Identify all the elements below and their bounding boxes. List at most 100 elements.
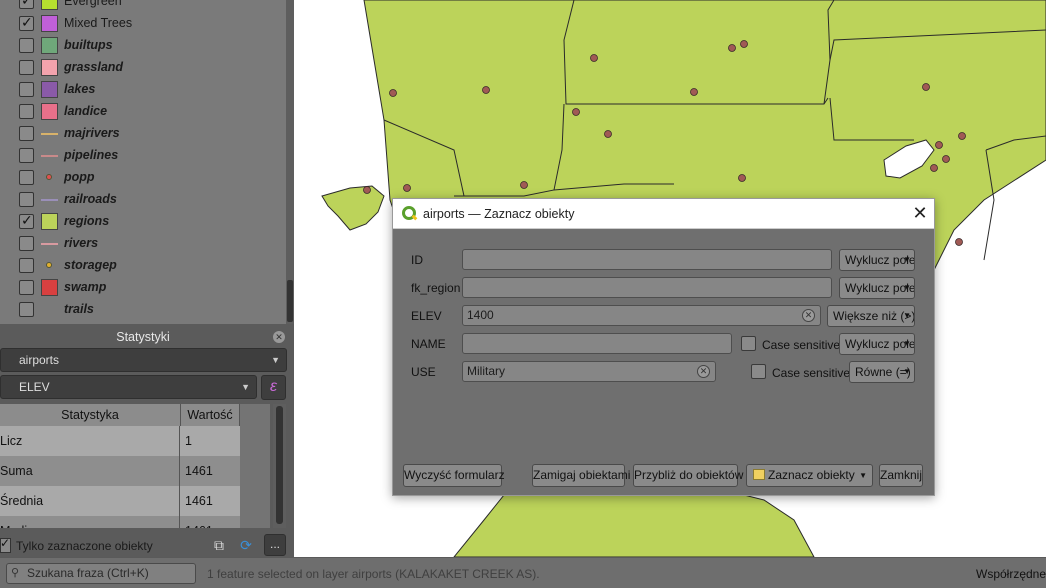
layer-visibility-checkbox[interactable] [19, 170, 34, 185]
reset-form-button[interactable]: Wyczyść formularz [403, 464, 505, 487]
operator-dropdown[interactable]: Równe (=) ▼ [849, 361, 915, 383]
table-row[interactable]: Średnia 1461 [0, 486, 240, 516]
layer-visibility-checkbox[interactable] [19, 14, 34, 31]
close-button[interactable]: Zamknij [879, 464, 923, 487]
layer-visibility-checkbox[interactable] [19, 302, 34, 317]
zoom-to-features-button[interactable]: Przybliż do obiektów [633, 464, 743, 487]
layer-name: regions [64, 214, 110, 228]
statistics-scroll-thumb[interactable] [276, 406, 283, 524]
layer-symbol-icon [41, 103, 58, 120]
search-icon: ⚲ [11, 567, 20, 579]
layer-visibility-checkbox[interactable] [19, 236, 34, 251]
clear-icon[interactable]: ✕ [697, 365, 710, 378]
layer-item[interactable]: railroads [0, 189, 286, 211]
layer-visibility-checkbox[interactable] [19, 212, 34, 229]
qgis-logo-icon [402, 206, 416, 220]
column-header-statistic[interactable]: Statystyka [0, 404, 181, 426]
expression-button[interactable]: ε [261, 375, 286, 400]
operator-dropdown[interactable]: Wyklucz pole ▼ [839, 277, 915, 299]
layer-symbol-icon [41, 199, 58, 201]
only-selected-checkbox[interactable] [0, 536, 11, 553]
layer-symbol-icon [41, 37, 58, 54]
layer-item[interactable]: rivers [0, 233, 286, 255]
layer-visibility-checkbox[interactable] [19, 280, 34, 295]
locator-search-input[interactable]: ⚲ Szukana fraza (Ctrl+K) [6, 563, 196, 584]
field-value-input[interactable] [462, 333, 732, 354]
layer-name: railroads [64, 192, 117, 206]
field-combo-value: ELEV [19, 380, 50, 394]
coordinates-label: Współrzędne [976, 567, 1046, 581]
refresh-icon[interactable]: ⟳ [237, 536, 255, 554]
field-label: fk_region [411, 281, 461, 295]
field-label: NAME [411, 337, 446, 351]
clear-icon[interactable]: ✕ [802, 309, 815, 322]
operator-dropdown[interactable]: Większe niż (>) ▼ [827, 305, 915, 327]
field-value-input[interactable]: 1400 ✕ [462, 305, 821, 326]
table-row[interactable]: Licz 1 [0, 426, 240, 456]
layer-item[interactable]: regions [0, 211, 286, 233]
layer-item[interactable]: Mixed Trees [0, 13, 286, 35]
operator-dropdown[interactable]: Wyklucz pole ▼ [839, 333, 915, 355]
statistics-panel: Statystyki ✕ airports ▼ ELEV ▼ ε Statyst… [0, 324, 294, 557]
layer-symbol-icon [41, 279, 58, 296]
layer-item[interactable]: grassland [0, 57, 286, 79]
layer-visibility-checkbox[interactable] [19, 126, 34, 141]
field-label: USE [411, 365, 436, 379]
select-features-label: Zaznacz obiekty [768, 468, 855, 482]
more-options-label: ... [269, 537, 280, 551]
layer-symbol-icon [41, 213, 58, 230]
table-row[interactable]: Suma 1461 [0, 456, 240, 486]
table-row[interactable]: Mediana1461 [0, 516, 240, 528]
only-selected-label: Tylko zaznaczone obiekty [16, 539, 153, 553]
field-label: ID [411, 253, 423, 267]
case-sensitive-checkbox[interactable] [741, 336, 756, 351]
layer-item[interactable]: storagep [0, 255, 286, 277]
case-sensitive-checkbox[interactable] [751, 364, 766, 379]
more-options-button[interactable]: ... [264, 534, 286, 556]
layer-visibility-checkbox[interactable] [19, 0, 34, 9]
layer-item[interactable]: swamp [0, 277, 286, 299]
field-value-input[interactable] [462, 277, 832, 298]
layer-item[interactable]: builtups [0, 35, 286, 57]
close-icon[interactable]: ✕ [909, 202, 931, 224]
layer-item[interactable]: pipelines [0, 145, 286, 167]
dialog-titlebar[interactable]: airports — Zaznacz obiekty ✕ [393, 199, 934, 229]
layer-item[interactable]: lakes [0, 79, 286, 101]
layer-item[interactable]: majrivers [0, 123, 286, 145]
layer-name: popp [64, 170, 95, 184]
layer-combo[interactable]: airports ▼ [0, 348, 287, 372]
layer-name: Evergreen [64, 0, 122, 8]
field-value-input[interactable] [462, 249, 832, 270]
field-value-input[interactable]: Military ✕ [462, 361, 716, 382]
layer-item[interactable]: Evergreen [0, 0, 286, 13]
statistics-scrollbar[interactable] [273, 404, 286, 528]
landmass-island [321, 185, 385, 231]
layer-visibility-checkbox[interactable] [19, 60, 34, 75]
flash-features-button[interactable]: Zamigaj obiektami [532, 464, 630, 487]
layer-item[interactable]: trails [0, 299, 286, 321]
layer-item[interactable]: landice [0, 101, 286, 123]
layer-visibility-checkbox[interactable] [19, 258, 34, 273]
layer-item[interactable]: popp [0, 167, 286, 189]
layer-visibility-checkbox[interactable] [19, 104, 34, 119]
copy-icon[interactable]: ⧉ [210, 536, 228, 554]
layers-scroll-thumb[interactable] [287, 280, 293, 322]
field-combo[interactable]: ELEV ▼ [0, 375, 257, 399]
layer-visibility-checkbox[interactable] [19, 38, 34, 53]
chevron-down-icon: ▼ [903, 255, 911, 264]
close-icon[interactable]: ✕ [273, 331, 285, 343]
layer-visibility-checkbox[interactable] [19, 148, 34, 163]
column-header-value[interactable]: Wartość [181, 404, 240, 426]
layer-visibility-checkbox[interactable] [19, 192, 34, 207]
search-placeholder: Szukana fraza (Ctrl+K) [27, 566, 149, 580]
operator-dropdown[interactable]: Wyklucz pole ▼ [839, 249, 915, 271]
statistic-value-cell: 1461 [185, 494, 213, 508]
layer-symbol-icon [41, 15, 58, 32]
status-bar: ⚲ Szukana fraza (Ctrl+K) 1 feature selec… [0, 557, 1046, 588]
layer-visibility-checkbox[interactable] [19, 82, 34, 97]
layer-name: majrivers [64, 126, 120, 140]
layer-name: grassland [64, 60, 124, 74]
layer-name: swamp [64, 280, 107, 294]
select-features-button[interactable]: Zaznacz obiekty ▼ [746, 464, 873, 487]
layers-scrollbar[interactable] [286, 0, 294, 324]
